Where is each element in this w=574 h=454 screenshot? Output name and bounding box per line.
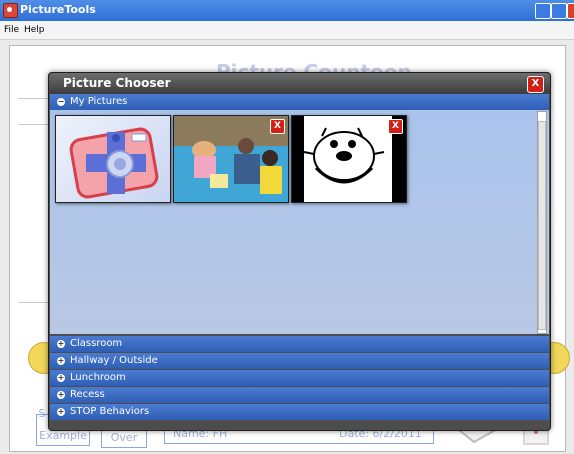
dialog-header: Picture Chooser X <box>49 73 550 94</box>
section-label: My Pictures <box>70 96 128 107</box>
delete-picture-button[interactable]: X <box>388 119 403 134</box>
picture-thumb-tiger[interactable]: X <box>291 115 407 203</box>
expand-icon: + <box>57 373 65 382</box>
section-hallway-outside[interactable]: + Hallway / Outside <box>50 353 549 369</box>
section-label: Recess <box>70 389 105 400</box>
expand-icon: + <box>57 356 65 365</box>
section-recess[interactable]: + Recess <box>50 387 549 403</box>
menu-bar: File Help <box>0 21 574 40</box>
expand-icon: + <box>57 407 65 416</box>
minimize-button[interactable] <box>535 3 551 19</box>
section-my-pictures[interactable]: − My Pictures <box>50 94 549 110</box>
section-stop-behaviors[interactable]: + STOP Behaviors <box>50 404 549 420</box>
dialog-close-button[interactable]: X <box>527 76 544 93</box>
collapse-icon: − <box>57 97 65 106</box>
expand-icon: + <box>57 390 65 399</box>
window-title: PictureTools <box>20 3 96 16</box>
picture-chooser-dialog: Picture Chooser X − My Pictures X X + Cl… <box>48 72 551 431</box>
maximize-button[interactable] <box>551 3 567 19</box>
dialog-title: Picture Chooser <box>63 76 171 90</box>
section-label: STOP Behaviors <box>70 406 150 417</box>
picture-thumb-children[interactable]: X <box>173 115 289 203</box>
delete-picture-button[interactable]: X <box>270 119 285 134</box>
section-lunchroom[interactable]: + Lunchroom <box>50 370 549 386</box>
section-classroom[interactable]: + Classroom <box>50 336 549 352</box>
window-titlebar: PictureTools <box>0 0 574 21</box>
menu-file[interactable]: File <box>4 25 19 35</box>
scrollbar-thumb[interactable] <box>538 121 546 330</box>
picture-thumb-camera[interactable] <box>55 115 171 203</box>
section-label: Classroom <box>70 338 123 349</box>
app-icon <box>3 3 18 18</box>
expand-icon: + <box>57 339 65 348</box>
section-label: Lunchroom <box>70 372 126 383</box>
menu-help[interactable]: Help <box>24 25 45 35</box>
camera-add-icon <box>69 127 159 199</box>
close-window-button[interactable] <box>567 3 574 19</box>
section-label: Hallway / Outside <box>70 355 158 366</box>
